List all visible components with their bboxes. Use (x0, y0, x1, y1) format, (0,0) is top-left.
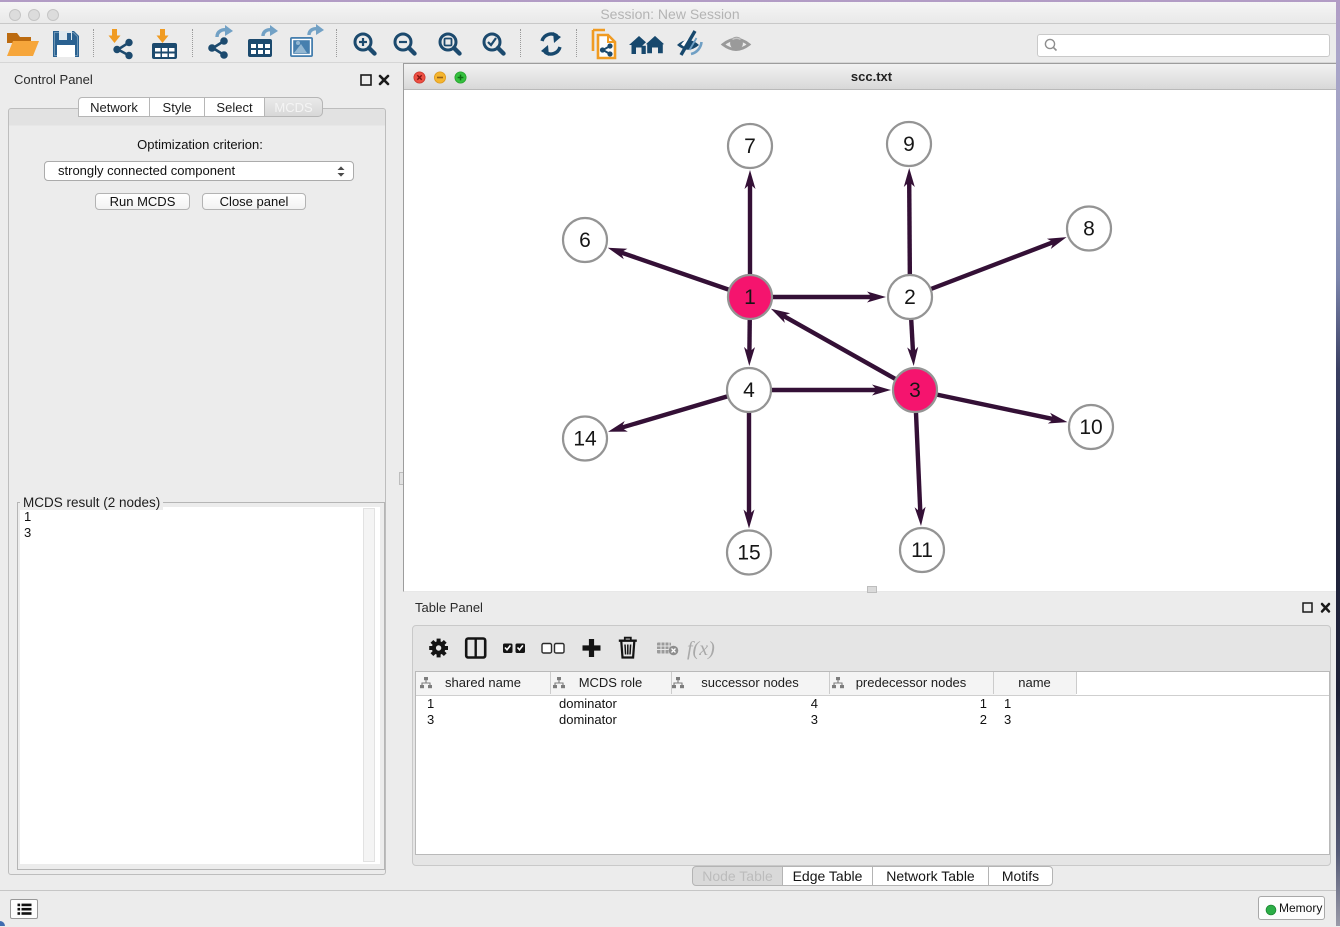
svg-text:2: 2 (904, 286, 916, 309)
svg-text:f(x): f(x) (687, 638, 715, 660)
svg-text:4: 4 (743, 379, 755, 402)
svg-text:9: 9 (903, 133, 915, 156)
svg-text:8: 8 (1083, 218, 1095, 241)
svg-text:7: 7 (744, 135, 756, 158)
svg-text:6: 6 (579, 229, 591, 252)
svg-text:15: 15 (737, 542, 760, 565)
svg-text:14: 14 (573, 428, 597, 451)
svg-text:11: 11 (911, 539, 933, 562)
svg-text:10: 10 (1079, 416, 1102, 439)
svg-text:1: 1 (744, 286, 756, 309)
svg-text:3: 3 (909, 379, 921, 402)
